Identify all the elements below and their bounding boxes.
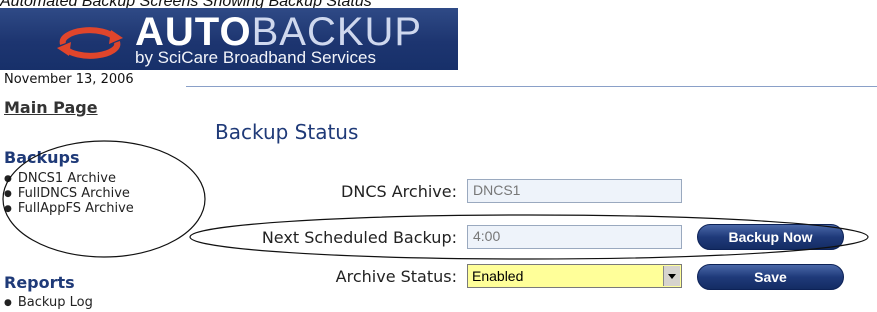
backup-archive-link[interactable]: DNCS1 Archive	[4, 171, 134, 186]
backup-archive-link[interactable]: FullDNCS Archive	[4, 186, 134, 201]
backup-archive-link[interactable]: FullAppFS Archive	[4, 201, 134, 216]
page-title: Backup Status	[215, 120, 359, 144]
logo-tagline: by SciCare Broadband Services	[135, 48, 376, 67]
header-banner: AUTOBACKUP by SciCare Broadband Services	[0, 8, 458, 70]
archive-status-label: Archive Status:	[335, 267, 457, 286]
header-divider	[186, 86, 877, 87]
backups-heading: Backups	[4, 148, 80, 167]
next-backup-field[interactable]: 4:00	[467, 225, 682, 249]
backup-now-button[interactable]: Backup Now	[697, 224, 844, 250]
report-link[interactable]: Backup Log	[4, 295, 93, 310]
archive-status-value: Enabled	[472, 268, 524, 284]
archive-status-select[interactable]: Enabled	[467, 264, 682, 288]
dropdown-arrow-icon[interactable]	[663, 266, 680, 286]
logo-wordmark: AUTOBACKUP	[135, 10, 423, 54]
sync-arrows-icon	[57, 27, 123, 59]
dncs-archive-field[interactable]: DNCS1	[467, 179, 682, 203]
reports-heading: Reports	[4, 273, 75, 292]
reports-list: Backup Log	[4, 295, 93, 310]
save-button[interactable]: Save	[697, 264, 844, 290]
next-backup-label: Next Scheduled Backup:	[261, 228, 457, 247]
backups-list: DNCS1 ArchiveFullDNCS ArchiveFullAppFS A…	[4, 171, 134, 216]
main-page-link[interactable]: Main Page	[4, 98, 98, 117]
dncs-archive-label: DNCS Archive:	[341, 182, 457, 201]
current-date: November 13, 2006	[4, 72, 134, 87]
